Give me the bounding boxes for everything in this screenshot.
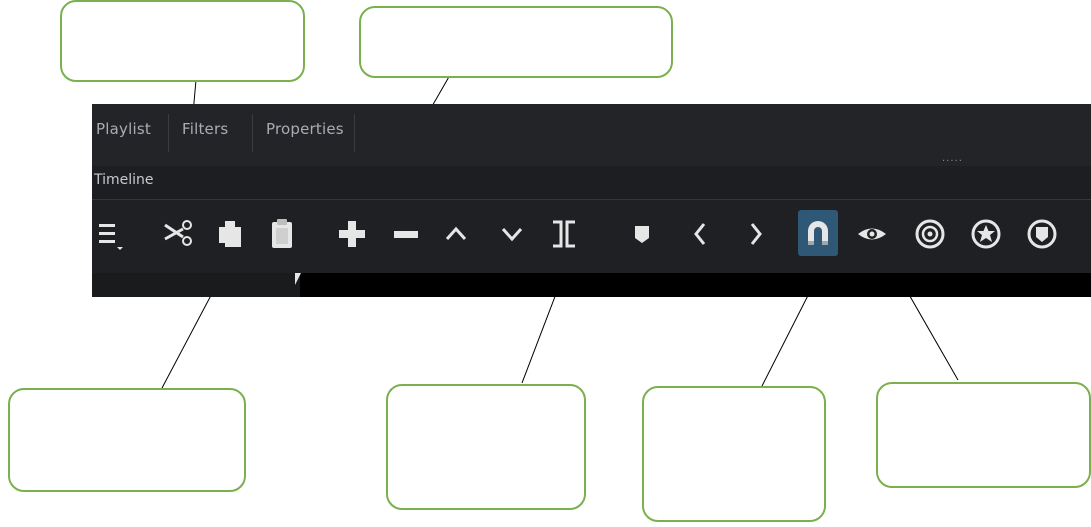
callout-box-snap xyxy=(642,386,826,522)
paste-icon[interactable] xyxy=(262,214,302,254)
marker-icon[interactable] xyxy=(622,214,662,254)
timeline-track-area[interactable] xyxy=(300,273,1091,297)
ripple-icon[interactable] xyxy=(910,214,950,254)
previous-marker-icon[interactable] xyxy=(680,214,720,254)
callout-box-append xyxy=(359,6,673,78)
app-screenshot-panel: Playlist Filters Properties ····· Timeli… xyxy=(92,104,1091,297)
callout-box-copy xyxy=(8,388,246,492)
ripple-markers-icon[interactable] xyxy=(1022,214,1062,254)
tab-divider xyxy=(252,114,253,152)
cut-icon[interactable] xyxy=(158,214,198,254)
scrub-icon[interactable] xyxy=(852,214,892,254)
split-icon[interactable] xyxy=(544,214,584,254)
tab-properties[interactable]: Properties xyxy=(266,120,344,138)
tab-divider xyxy=(168,114,169,152)
tab-divider xyxy=(354,114,355,152)
ripple-all-icon[interactable] xyxy=(966,214,1006,254)
lift-icon[interactable] xyxy=(436,214,476,254)
remove-icon[interactable] xyxy=(386,214,426,254)
timeline-toolbar xyxy=(92,200,1091,273)
callout-box-cut xyxy=(60,0,305,82)
snap-icon[interactable] xyxy=(798,210,838,256)
copy-icon[interactable] xyxy=(210,214,250,254)
tab-filters[interactable]: Filters xyxy=(182,120,228,138)
panel-grip[interactable]: ····· xyxy=(942,156,963,167)
callout-box-scrub xyxy=(876,382,1091,488)
tab-playlist[interactable]: Playlist xyxy=(96,120,151,138)
append-icon[interactable] xyxy=(332,214,372,254)
playhead-marker[interactable] xyxy=(295,273,301,285)
overwrite-icon[interactable] xyxy=(492,214,532,254)
timeline-panel-title: Timeline xyxy=(94,172,154,188)
callout-box-split xyxy=(386,384,586,510)
next-marker-icon[interactable] xyxy=(736,214,776,254)
menu-icon[interactable] xyxy=(92,214,132,254)
tab-bar: Playlist Filters Properties ····· xyxy=(92,104,1091,167)
